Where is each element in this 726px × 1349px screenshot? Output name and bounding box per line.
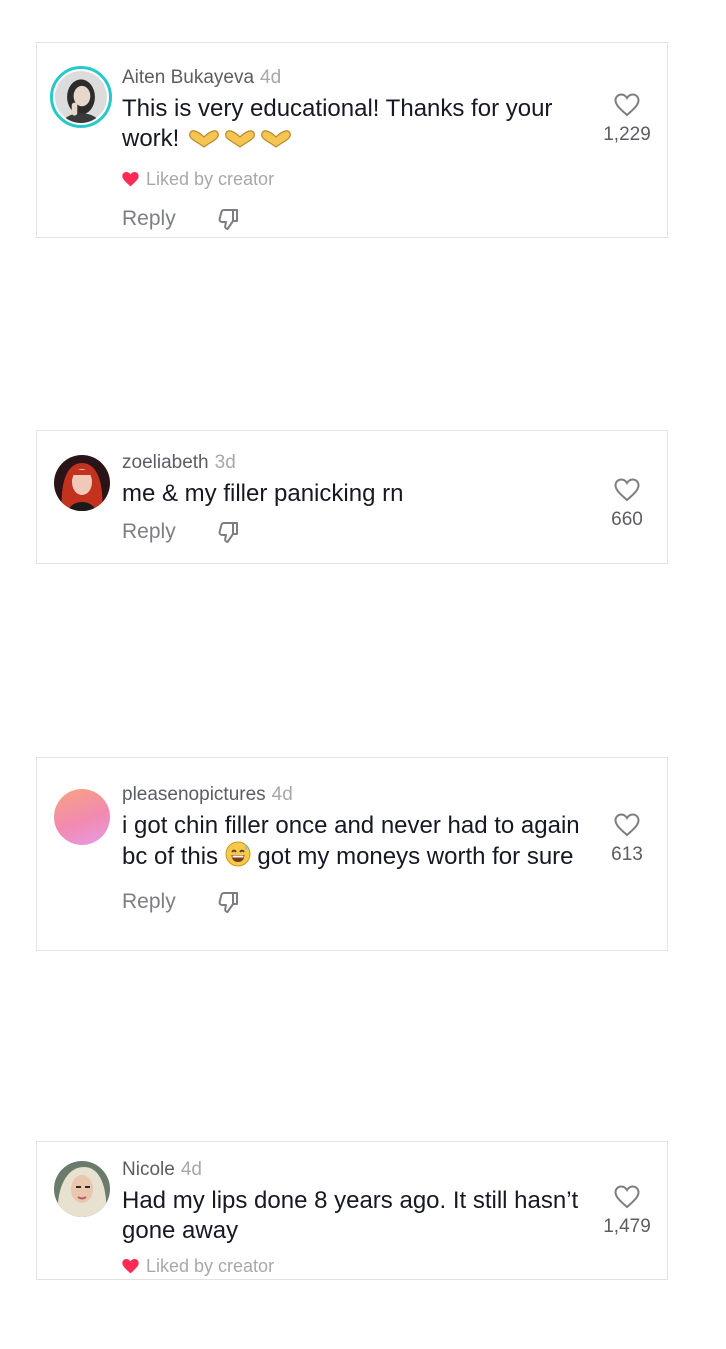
- heart-hands-emoji: [222, 127, 258, 157]
- dislike-icon[interactable]: [216, 889, 242, 915]
- like-button[interactable]: [614, 1185, 640, 1209]
- comment-card: Aiten Bukayeva 4d This is very educationa…: [36, 42, 668, 238]
- like-button[interactable]: [614, 93, 640, 117]
- heart-filled-icon: [122, 1259, 139, 1274]
- heart-outline-icon[interactable]: [614, 478, 640, 502]
- avatar[interactable]: [54, 455, 110, 511]
- comment-header: pleasenopictures 4d: [122, 784, 582, 806]
- timestamp: 3d: [214, 452, 236, 473]
- liked-by-creator: Liked by creator: [122, 169, 582, 190]
- timestamp: 4d: [180, 1159, 202, 1180]
- avatar[interactable]: [50, 66, 112, 128]
- comment-text-part: got my moneys worth for sure: [257, 843, 574, 870]
- heart-outline-icon[interactable]: [614, 93, 640, 117]
- timestamp: 4d: [260, 67, 282, 88]
- dislike-icon[interactable]: [216, 519, 242, 545]
- liked-by-creator-label: Liked by creator: [146, 169, 275, 189]
- username[interactable]: zoeliabeth: [122, 452, 209, 473]
- comment-card: pleasenopictures 4d i got chin filler onc…: [36, 757, 668, 951]
- heart-hands-emoji: [258, 127, 294, 157]
- comment-card: zoeliabeth 3d me & my filler panicking rn…: [36, 430, 668, 564]
- heart-outline-icon[interactable]: [614, 813, 640, 837]
- comment-text: i got chin filler once and never had to …: [122, 811, 582, 875]
- comment-text: me & my filler panicking rn: [122, 480, 404, 507]
- like-button[interactable]: [614, 813, 640, 837]
- like-button[interactable]: [614, 478, 640, 502]
- heart-filled-icon: [122, 172, 139, 187]
- username[interactable]: Nicole: [122, 1159, 175, 1180]
- comment-card: Nicole 4d Had my lips done 8 years ago. I…: [36, 1141, 668, 1280]
- grinning-sweat-emoji: [225, 841, 251, 875]
- comment-text: Had my lips done 8 years ago. It still h…: [122, 1187, 579, 1244]
- comment-header: Aiten Bukayeva 4d: [122, 67, 582, 89]
- username[interactable]: pleasenopictures: [122, 784, 266, 805]
- like-count: 1,229: [603, 124, 651, 145]
- like-count: 660: [611, 509, 643, 530]
- comment-text: This is very educational! Thanks for you…: [122, 94, 582, 157]
- like-count: 613: [611, 844, 643, 865]
- reply-button[interactable]: Reply: [122, 890, 176, 914]
- comment-header: Nicole 4d: [122, 1159, 582, 1181]
- reply-button[interactable]: Reply: [122, 520, 176, 544]
- heart-outline-icon[interactable]: [614, 1185, 640, 1209]
- liked-by-creator-label: Liked by creator: [146, 1256, 275, 1276]
- avatar[interactable]: [54, 1161, 110, 1217]
- dislike-icon[interactable]: [216, 206, 242, 232]
- heart-hands-emoji: [186, 127, 222, 157]
- comment-header: zoeliabeth 3d: [122, 452, 582, 474]
- reply-button[interactable]: Reply: [122, 207, 176, 231]
- like-count: 1,479: [603, 1216, 651, 1237]
- liked-by-creator: Liked by creator: [122, 1256, 582, 1277]
- username[interactable]: Aiten Bukayeva: [122, 67, 254, 88]
- timestamp: 4d: [271, 784, 293, 805]
- avatar[interactable]: [54, 789, 110, 845]
